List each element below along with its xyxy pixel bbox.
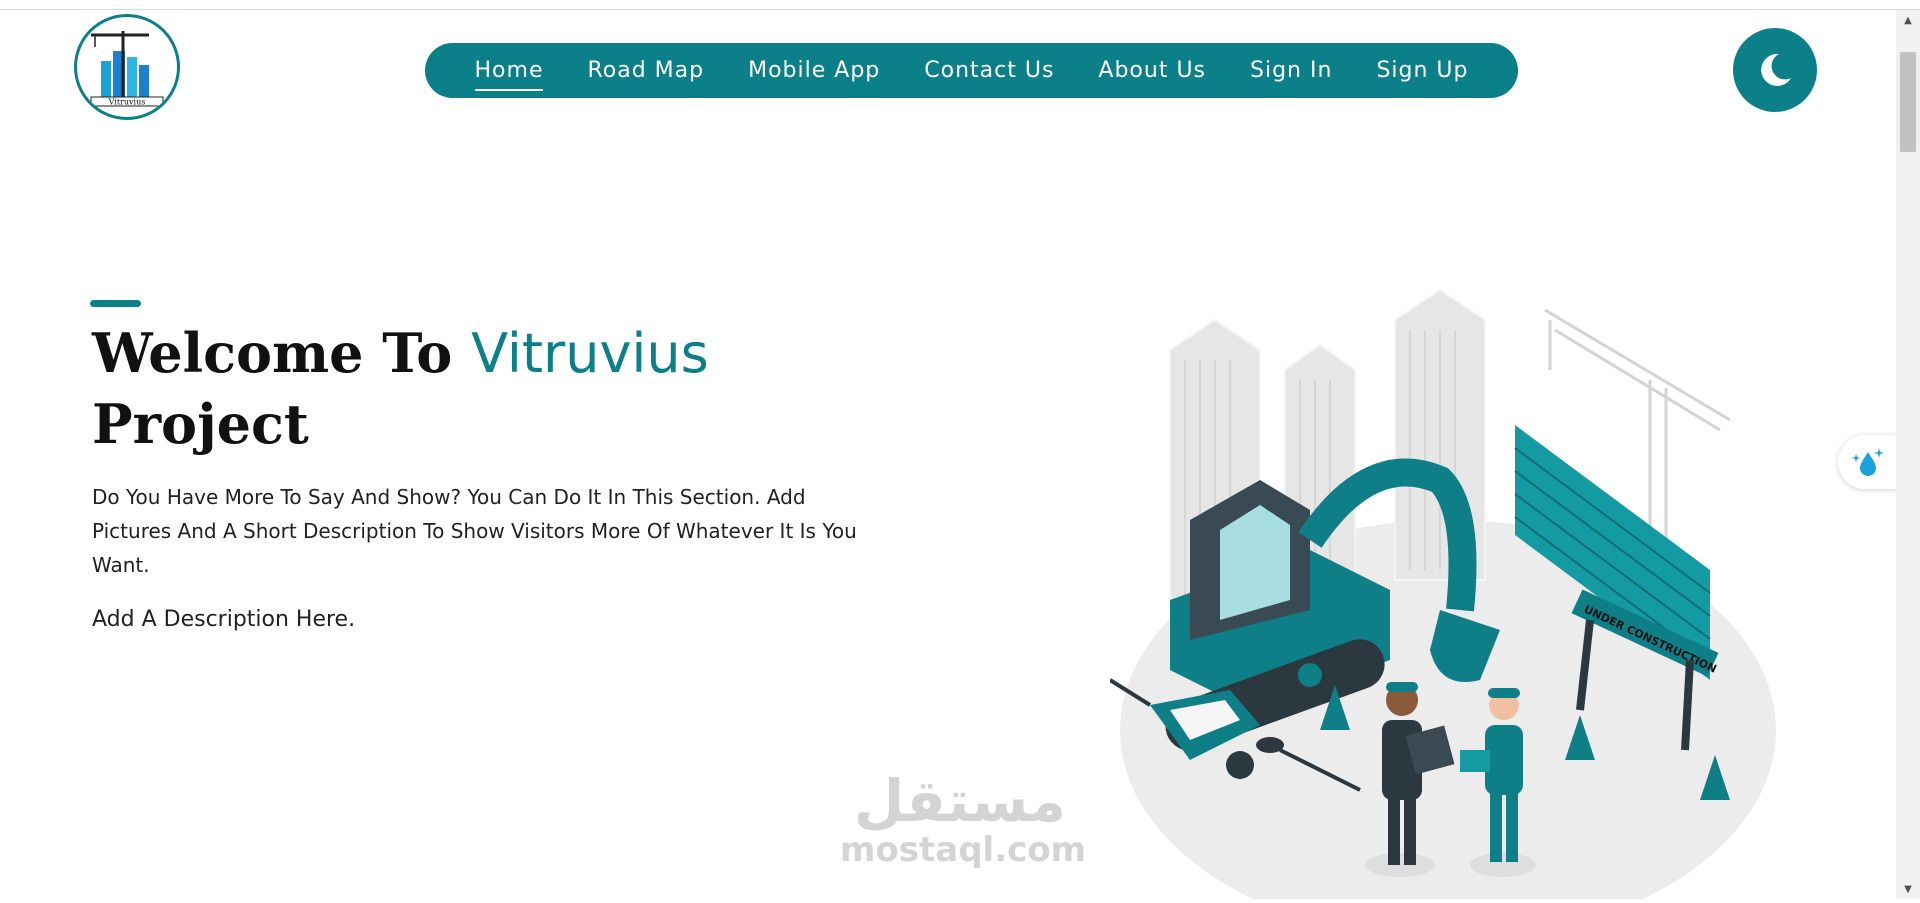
- nav-sign-up[interactable]: Sign Up: [1354, 58, 1490, 83]
- logo-text: Vitruvius: [108, 98, 146, 107]
- hero-title-end: Project: [92, 392, 309, 456]
- scroll-down-arrow-icon[interactable]: ▼: [1896, 879, 1920, 899]
- logo-graphic: Vitruvius: [90, 31, 164, 107]
- theme-toggle-button[interactable]: [1733, 28, 1817, 112]
- logo[interactable]: Vitruvius: [74, 14, 180, 120]
- moon-icon: [1761, 53, 1791, 86]
- water-drop-sparkle-icon: [1852, 448, 1884, 476]
- nav-contact-us[interactable]: Contact Us: [902, 58, 1076, 83]
- side-widget-button[interactable]: [1838, 435, 1898, 489]
- scroll-up-arrow-icon[interactable]: ▲: [1896, 10, 1920, 30]
- nav-mobile-app[interactable]: Mobile App: [726, 58, 902, 83]
- construction-site-illustration: UNDER CONSTRUCTION: [1108, 280, 1780, 903]
- watermark-arabic: مستقل: [853, 767, 1067, 835]
- hero-title-brand: Vitruvius: [471, 322, 709, 385]
- watermark-latin: mostaql.com: [840, 830, 1087, 870]
- watermark: مستقل mostaql.com: [840, 767, 1087, 870]
- nav-road-map[interactable]: Road Map: [565, 58, 726, 83]
- nav-about-us[interactable]: About Us: [1076, 58, 1228, 83]
- page-scrollbar[interactable]: ▲ ▼: [1896, 10, 1920, 899]
- hero-title-start: Welcome To: [92, 321, 472, 385]
- scrollbar-thumb[interactable]: [1900, 52, 1916, 152]
- hero-description-secondary: Add A Description Here.: [92, 607, 356, 632]
- nav-sign-in[interactable]: Sign In: [1228, 58, 1354, 83]
- browser-top-edge: [0, 0, 1920, 10]
- construction-illustration-graphic: UNDER CONSTRUCTION: [1108, 288, 1776, 903]
- hero-title: Welcome To Vitruvius Project: [92, 318, 852, 459]
- nav-home[interactable]: Home: [453, 58, 566, 91]
- title-accent-bar: [90, 300, 141, 307]
- hero-description: Do You Have More To Say And Show? You Ca…: [92, 485, 857, 577]
- main-nav: Home Road Map Mobile App Contact Us Abou…: [425, 43, 1518, 98]
